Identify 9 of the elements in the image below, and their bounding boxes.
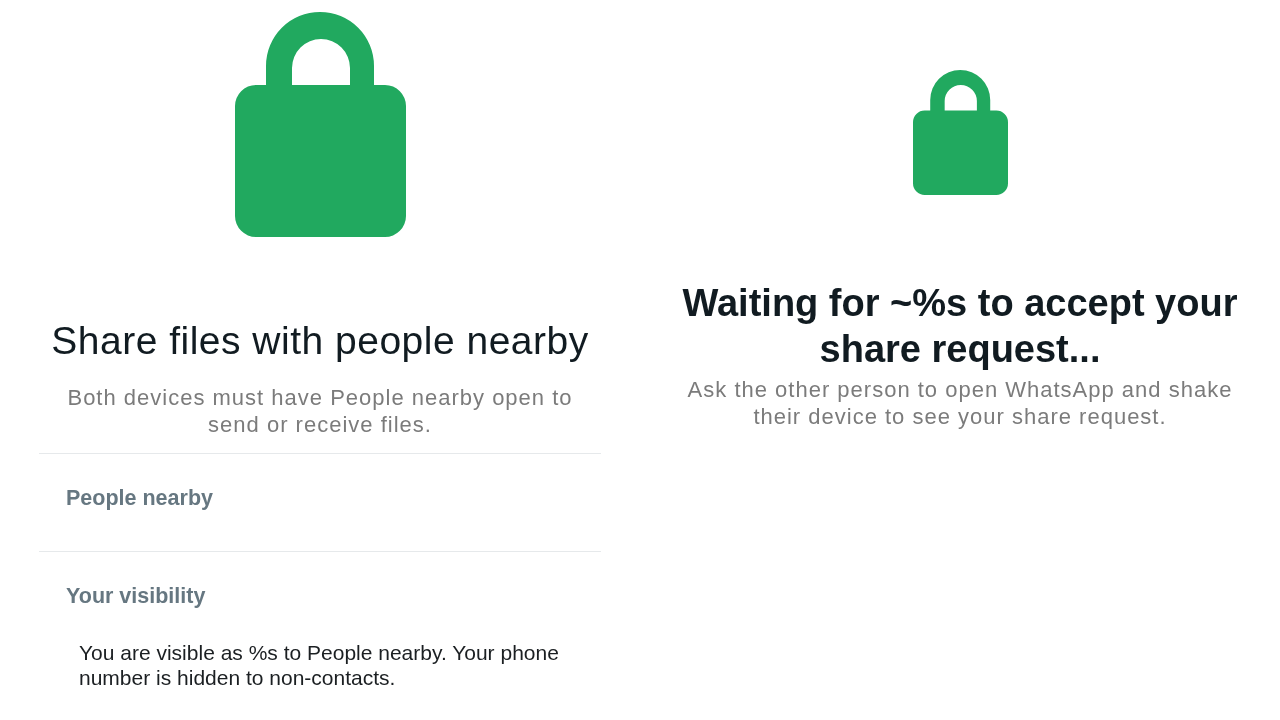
lock-icon: [234, 12, 406, 237]
visibility-text: You are visible as %s to People nearby. Your phone number is hidden to non-contacts.: [79, 640, 560, 690]
lock-icon: [912, 70, 1008, 195]
section-header: Your visibility: [66, 583, 207, 609]
screen-subtitle: Both devices must have People nearby open to send or receive files.: [66, 384, 574, 438]
screen-title: Waiting for ~%s to accept your share request...: [681, 281, 1239, 372]
screen-subtitle: Ask the other person to open WhatsApp and shake their device to see your share request.: [686, 376, 1234, 430]
section-header: People nearby: [66, 485, 214, 511]
screen-title: Share files with people nearby: [51, 318, 589, 364]
